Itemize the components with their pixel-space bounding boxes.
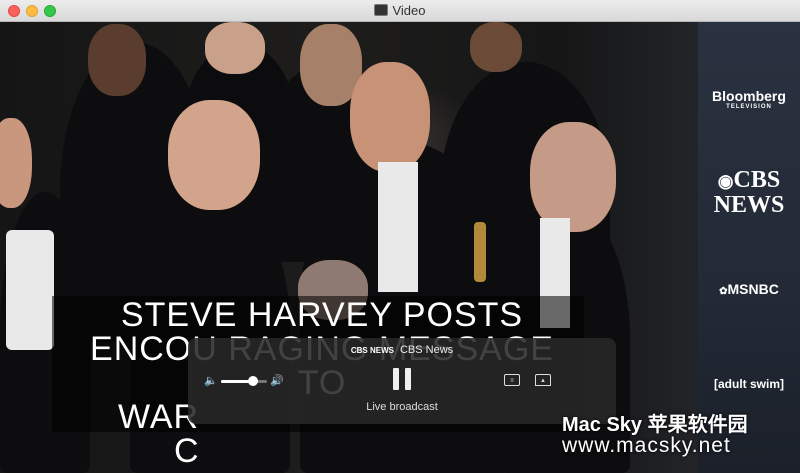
network-sidebar: Bloomberg TELEVISION ◉CBS NEWS ✿MSNBC [ad… <box>698 22 800 473</box>
volume-high-icon[interactable]: 🔊 <box>270 374 284 387</box>
airplay-icon[interactable]: ▲ <box>535 374 551 386</box>
cbs-news-logo[interactable]: ◉CBS NEWS <box>698 168 800 217</box>
msnbc-logo[interactable]: ✿MSNBC <box>698 281 800 297</box>
window-title: Video <box>0 3 800 18</box>
watermark-title: Mac Sky 苹果软件园 <box>562 414 748 436</box>
peacock-icon: ✿ <box>719 286 728 297</box>
person-face <box>205 22 265 74</box>
bloomberg-sublabel: TELEVISION <box>726 104 772 110</box>
pause-icon-bar <box>405 368 411 390</box>
cbs-label-text: CBS <box>733 167 781 193</box>
subtitles-icon[interactable]: ≡ <box>504 374 520 386</box>
person-face <box>470 22 522 72</box>
msnbc-label: MSNBC <box>727 281 779 297</box>
volume-knob[interactable] <box>248 376 259 386</box>
shirt <box>6 230 54 350</box>
volume-low-icon[interactable]: 🔈 <box>204 374 218 387</box>
app-icon <box>374 4 389 16</box>
bloomberg-logo[interactable]: Bloomberg TELEVISION <box>698 88 800 110</box>
video-window: Video Bloomberg TELEVISION ◉CBS NEWS ✿MS… <box>0 0 800 473</box>
volume-slider[interactable] <box>221 376 267 386</box>
oscar-statuette <box>474 222 486 282</box>
channel-label: CBS NEWS CBS News <box>188 344 616 356</box>
caption-line: STEVE HARVEY POSTS <box>120 296 524 334</box>
cbs-eye-icon: ◉ <box>717 171 734 191</box>
person-face <box>168 100 260 210</box>
shirt <box>378 162 418 292</box>
title-bar[interactable]: Video <box>0 0 800 22</box>
pause-icon <box>393 368 399 390</box>
window-title-text: Video <box>392 3 426 18</box>
person-face <box>0 118 32 208</box>
cbs-label: ◉CBS <box>698 168 800 193</box>
player-controls[interactable]: CBS NEWS CBS News 🔈 🔊 ≡ ▲ Live broadcast <box>188 338 616 424</box>
bloomberg-label: Bloomberg <box>712 88 786 104</box>
news-label: NEWS <box>713 192 785 218</box>
caption-line: C <box>174 432 200 470</box>
person-face <box>350 62 430 172</box>
pause-button[interactable] <box>393 368 413 390</box>
broadcast-status: Live broadcast <box>366 401 438 413</box>
person-face <box>530 122 616 232</box>
channel-logo: CBS NEWS <box>350 346 394 355</box>
adult-swim-logo[interactable]: [adult swim] <box>698 377 800 391</box>
channel-name: CBS News <box>399 344 454 356</box>
person-face <box>88 24 146 96</box>
watermark-url: www.macsky.net <box>562 434 731 457</box>
